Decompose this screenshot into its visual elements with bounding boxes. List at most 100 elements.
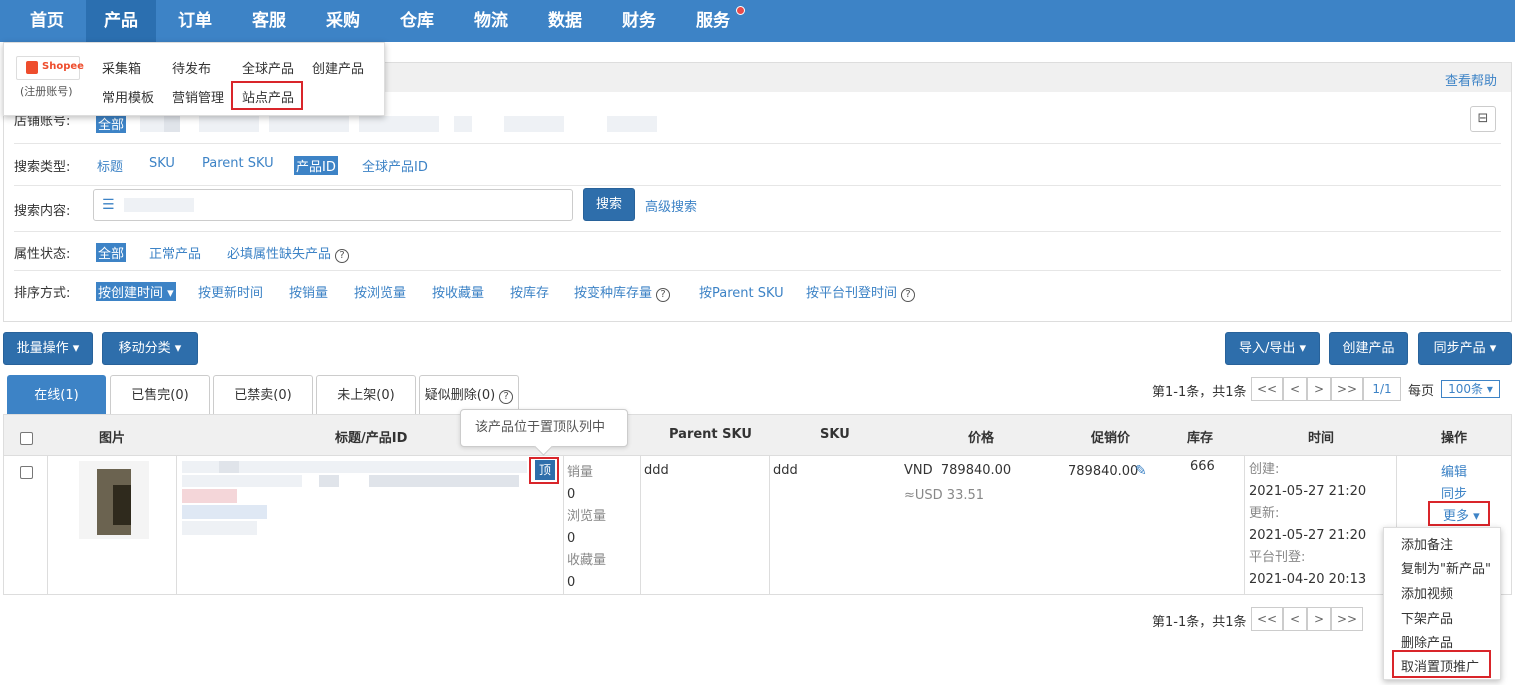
tab-unlisted[interactable]: 未上架(0) [316, 375, 416, 414]
select-all-checkbox[interactable] [20, 432, 33, 445]
menu-pending-publish[interactable]: 待发布 [172, 58, 211, 77]
import-export-button[interactable]: 导入/导出 ▾ [1225, 332, 1320, 365]
sort-by-created[interactable]: 按创建时间 ▾ [96, 282, 176, 301]
column-divider [563, 456, 564, 595]
search-type-sku[interactable]: SKU [149, 156, 175, 171]
create-product-button[interactable]: 创建产品 [1329, 332, 1408, 365]
pager-first[interactable]: << [1251, 607, 1283, 631]
redacted-product-id [182, 521, 257, 535]
search-type-product-id[interactable]: 产品ID [294, 156, 338, 175]
store-all-option[interactable]: 全部 [96, 114, 127, 133]
batch-operation-button[interactable]: 批量操作 ▾ [3, 332, 93, 365]
tab-banned[interactable]: 已禁卖(0) [213, 375, 313, 414]
shopee-logo[interactable]: Shopee [16, 56, 84, 80]
pager-prev[interactable]: < [1283, 607, 1307, 631]
per-page-label: 每页 [1408, 384, 1435, 399]
sort-by-updated[interactable]: 按更新时间 [198, 282, 263, 301]
favorites-value: 0 [567, 575, 576, 590]
header-time: 时间 [1308, 431, 1335, 446]
search-type-global-product-id[interactable]: 全球产品ID [362, 156, 428, 175]
sort-by-parent-sku[interactable]: 按Parent SKU [699, 282, 784, 301]
sort-by-favorites[interactable]: 按收藏量 [432, 282, 484, 301]
nav-finance[interactable]: 财务 [604, 0, 674, 42]
tab-sold-out[interactable]: 已售完(0) [110, 375, 210, 414]
promo-price-value: 789840.00 [1068, 464, 1139, 479]
sort-by-stock[interactable]: 按库存 [510, 282, 549, 301]
sync-product-button[interactable]: 同步产品 ▾ [1418, 332, 1512, 365]
collapse-icon[interactable]: ⊟ [1470, 106, 1496, 132]
pager-next[interactable]: > [1307, 377, 1331, 401]
product-thumbnail[interactable] [79, 461, 149, 539]
menu-collect-box[interactable]: 采集箱 [102, 58, 141, 77]
search-input[interactable]: ☰ [93, 189, 573, 221]
pager-next[interactable]: > [1307, 607, 1331, 631]
menu-add-note[interactable]: 添加备注 [1401, 534, 1453, 553]
attr-label: 属性状态: [14, 247, 71, 262]
pager-first[interactable]: << [1251, 377, 1283, 401]
listed-time: 2021-04-20 20:13 [1249, 572, 1367, 587]
nav-products[interactable]: 产品 [86, 0, 156, 42]
nav-purchase[interactable]: 采购 [308, 0, 378, 42]
redacted-title [182, 475, 302, 487]
list-icon[interactable]: ☰ [102, 197, 115, 213]
sort-by-sales[interactable]: 按销量 [289, 282, 328, 301]
favorites-label: 收藏量 [567, 553, 607, 568]
header-parent-sku: Parent SKU [669, 427, 752, 442]
filter-row-sort: 排序方式: 按创建时间 ▾ 按更新时间 按销量 按浏览量 按收藏量 按库存 按变… [14, 271, 1501, 309]
column-divider [640, 456, 641, 595]
menu-unlist-product[interactable]: 下架产品 [1401, 608, 1453, 627]
help-link[interactable]: 查看帮助 [1445, 70, 1497, 89]
nav-orders[interactable]: 订单 [160, 0, 230, 42]
sync-link[interactable]: 同步 [1441, 483, 1467, 502]
nav-customer-service[interactable]: 客服 [234, 0, 304, 42]
menu-add-video[interactable]: 添加视频 [1401, 583, 1453, 602]
help-icon[interactable]: ? [335, 249, 350, 263]
search-button[interactable]: 搜索 [583, 188, 635, 221]
column-divider [176, 456, 177, 595]
nav-data[interactable]: 数据 [530, 0, 600, 42]
tab-online[interactable]: 在线(1) [7, 375, 106, 414]
attr-normal-option[interactable]: 正常产品 [149, 243, 201, 262]
menu-delete-product[interactable]: 删除产品 [1401, 632, 1453, 651]
move-category-button[interactable]: 移动分类 ▾ [102, 332, 198, 365]
pager-page: 1/1 [1363, 377, 1401, 401]
help-icon[interactable]: ? [901, 288, 916, 302]
menu-marketing[interactable]: 营销管理 [172, 87, 224, 106]
redacted-store [269, 116, 349, 132]
header-stock: 库存 [1187, 431, 1214, 446]
sort-by-views[interactable]: 按浏览量 [354, 282, 406, 301]
search-type-title[interactable]: 标题 [97, 156, 123, 175]
menu-copy-as-new[interactable]: 复制为"新产品" [1401, 558, 1491, 577]
row-checkbox[interactable] [20, 466, 33, 479]
views-value: 0 [567, 531, 576, 546]
search-type-parent-sku[interactable]: Parent SKU [202, 156, 274, 171]
advanced-search-link[interactable]: 高级搜索 [645, 196, 697, 215]
edit-link[interactable]: 编辑 [1441, 461, 1467, 480]
attr-all-option[interactable]: 全部 [96, 243, 127, 262]
nav-home[interactable]: 首页 [12, 0, 82, 42]
pager-last[interactable]: >> [1331, 377, 1363, 401]
nav-warehouse[interactable]: 仓库 [382, 0, 452, 42]
pager-prev[interactable]: < [1283, 377, 1307, 401]
nav-logistics[interactable]: 物流 [456, 0, 526, 42]
notification-dot [736, 6, 745, 15]
time-info: 创建: 2021-05-27 21:20 更新: 2021-05-27 21:2… [1249, 459, 1366, 591]
menu-common-templates[interactable]: 常用模板 [102, 87, 154, 106]
redacted-store [454, 116, 472, 132]
parent-sku-value: ddd [644, 463, 669, 478]
sort-by-listing-time[interactable]: 按平台刊登时间? [806, 282, 916, 302]
column-divider [47, 456, 48, 595]
edit-icon[interactable]: ✎ [1135, 463, 1147, 479]
attr-missing-option[interactable]: 必填属性缺失产品? [227, 243, 350, 263]
per-page-select[interactable]: 100条 ▾ [1441, 380, 1500, 398]
views-label: 浏览量 [567, 509, 607, 524]
pager-last[interactable]: >> [1331, 607, 1363, 631]
menu-global-products[interactable]: 全球产品 [242, 58, 294, 77]
help-icon[interactable]: ? [656, 288, 671, 302]
menu-create-product[interactable]: 创建产品 [312, 58, 364, 77]
redacted-title [319, 475, 339, 487]
help-icon[interactable]: ? [499, 390, 514, 404]
filter-row-attr: 属性状态: 全部 正常产品 必填属性缺失产品? [14, 232, 1501, 271]
top-nav: 首页 产品 订单 客服 采购 仓库 物流 数据 财务 服务 [0, 0, 1515, 42]
sort-by-variant-stock[interactable]: 按变种库存量? [574, 282, 671, 302]
